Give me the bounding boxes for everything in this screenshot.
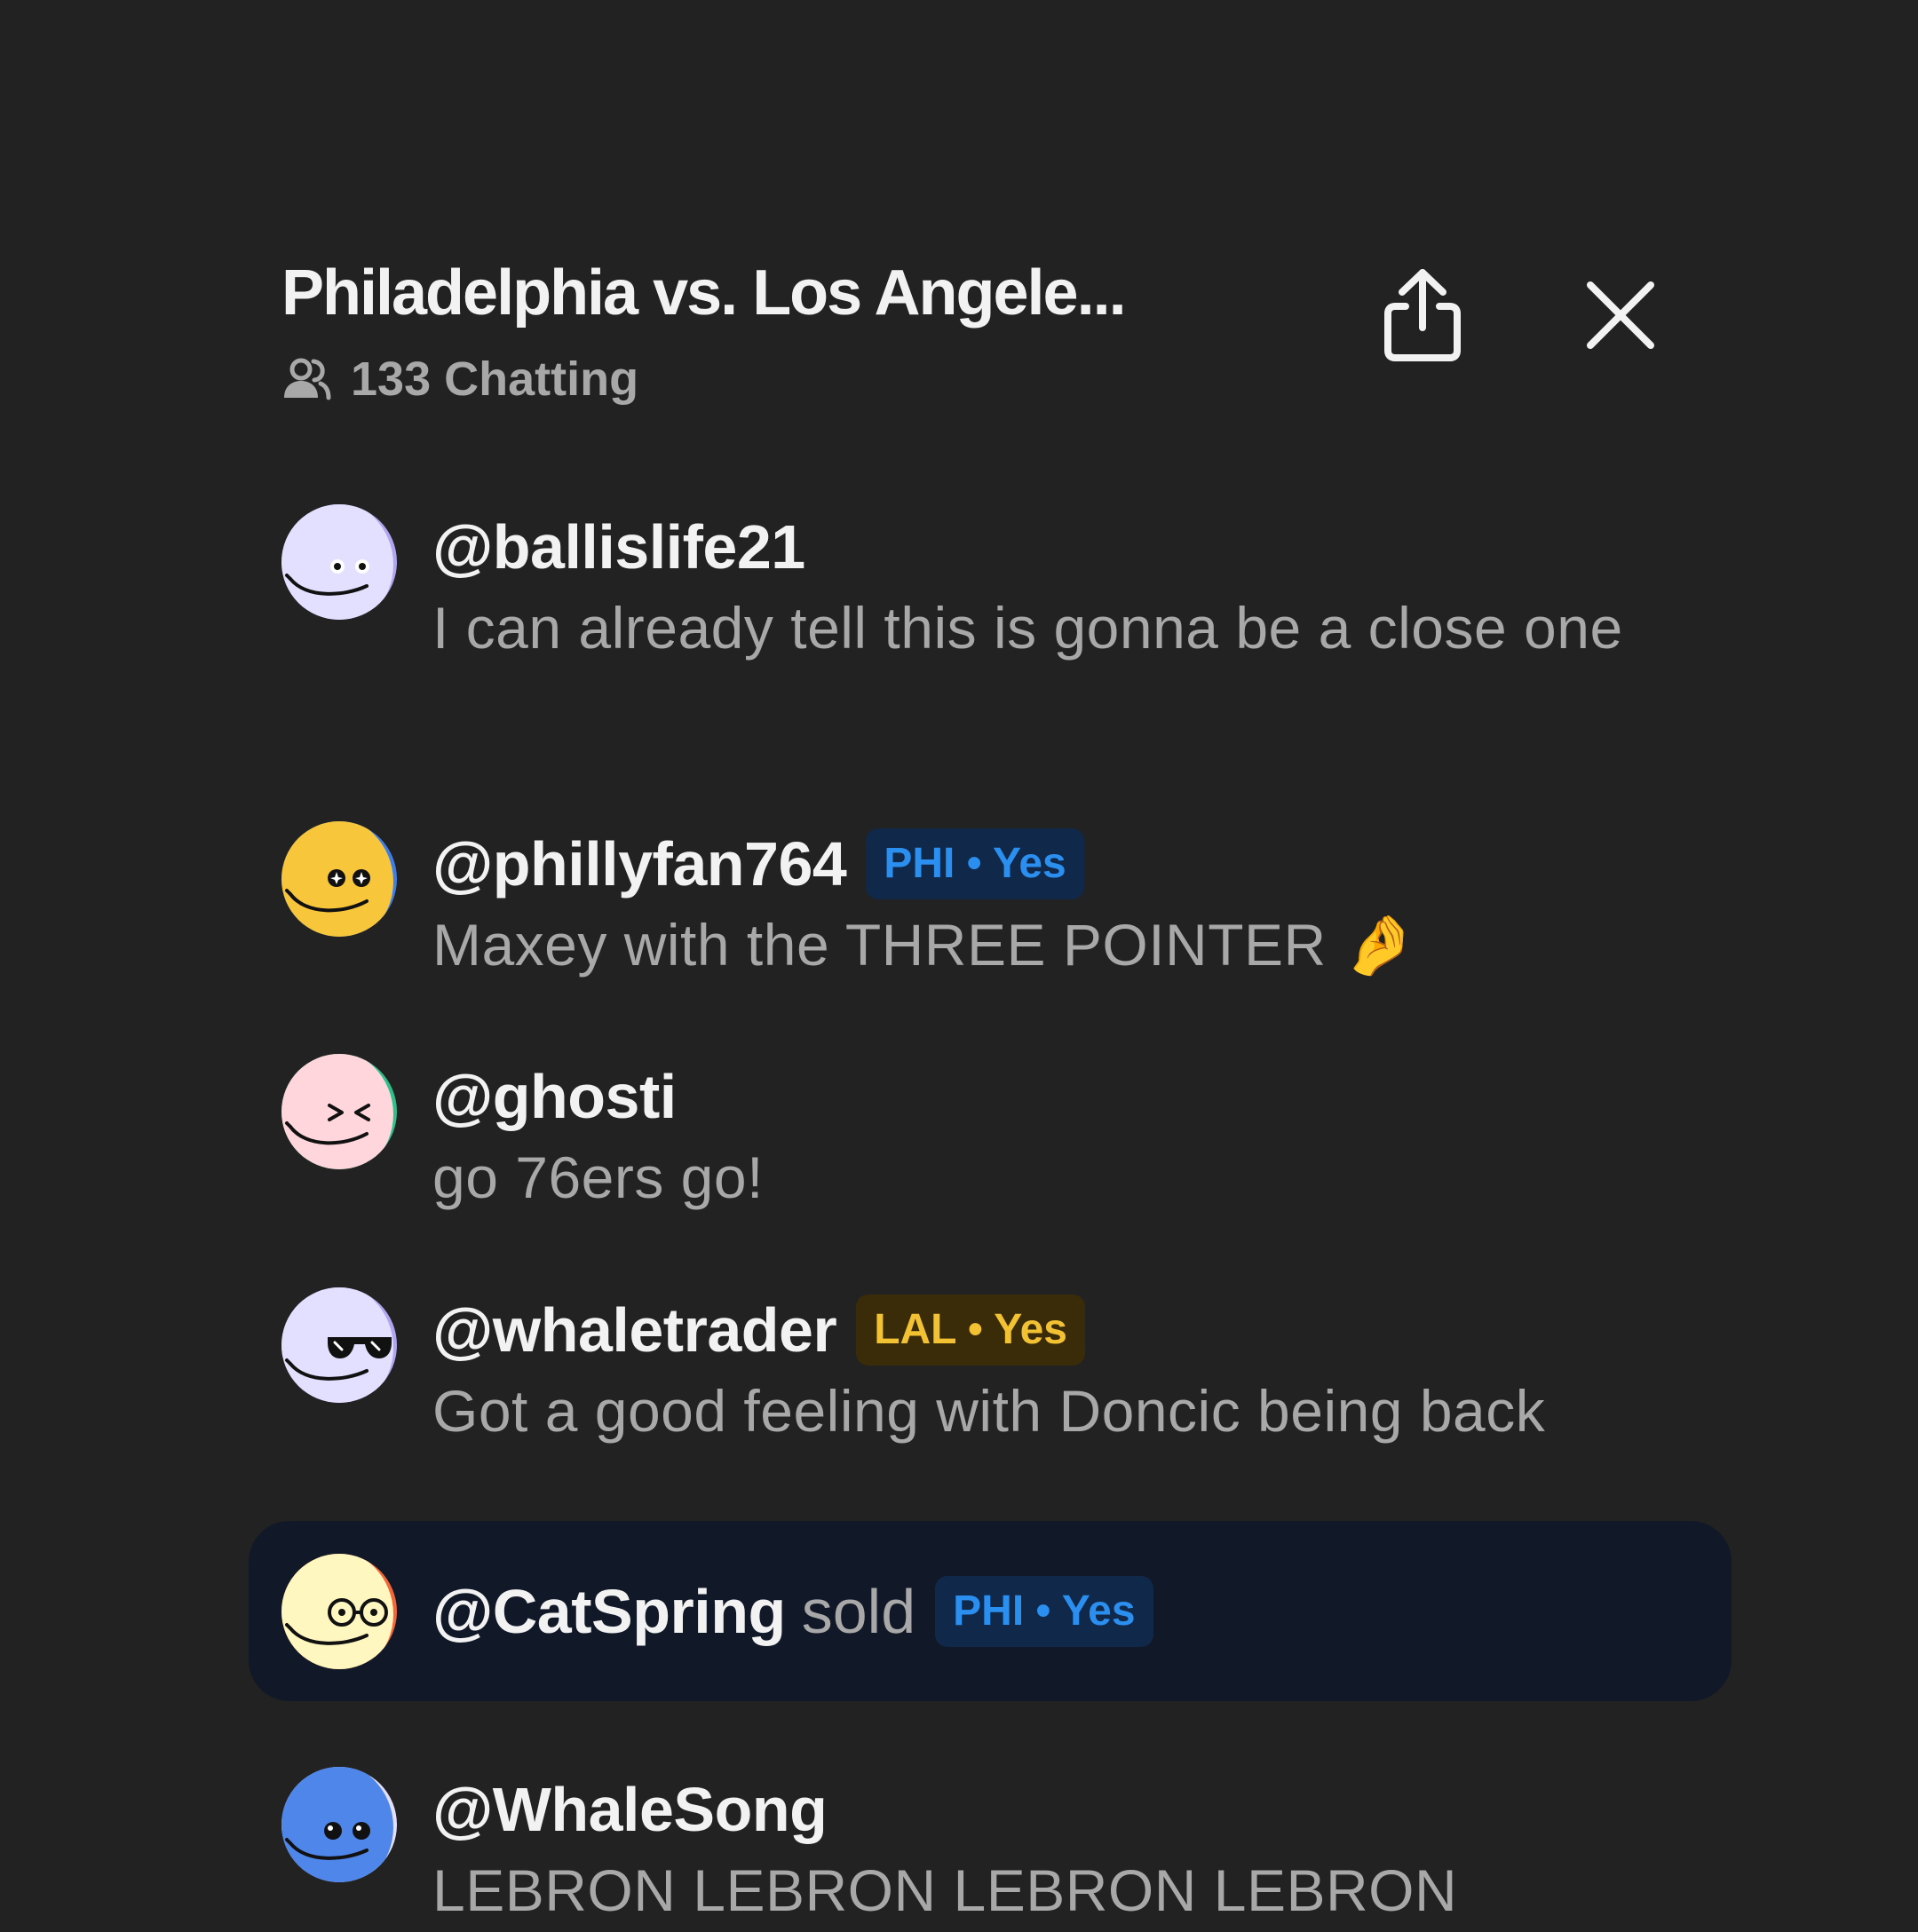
close-button[interactable] [1572,262,1669,368]
username[interactable]: @phillyfan764 [432,828,847,899]
message-text: LEBRON LEBRON LEBRON LEBRON [432,1857,1458,1923]
avatar[interactable] [281,1287,397,1403]
trade-action: sold [801,1577,916,1646]
chat-header: Philadelphia vs. Los Angele... 133 Chatt… [281,253,1658,413]
avatar[interactable] [281,1054,397,1169]
smiley-avatar-icon [281,504,397,620]
chat-title: Philadelphia vs. Los Angele... [281,257,1127,329]
sunglasses-avatar-icon [281,1287,397,1403]
message-text: Got a good feeling with Doncic being bac… [432,1378,1546,1444]
position-badge: PHI • Yes [866,828,1084,899]
username[interactable]: @ballislife21 [432,511,805,582]
squint-avatar-icon [281,1054,397,1169]
position-badge: LAL • Yes [856,1295,1085,1366]
username[interactable]: @WhaleSong [432,1774,828,1845]
chatting-label: 133 Chatting [351,352,639,406]
message-text: Maxey with the THREE POINTER 🤌 [432,912,1417,978]
avatar[interactable] [281,1767,397,1882]
close-icon [1587,281,1654,349]
avatar[interactable] [281,1554,397,1669]
username[interactable]: @ghosti [432,1061,677,1132]
users-icon [284,358,331,400]
chatting-count: 133 Chatting [281,348,638,410]
message-text: go 76ers go! [432,1144,764,1210]
avatar[interactable] [281,504,397,620]
happy-avatar-icon [281,1767,397,1882]
username[interactable]: @CatSpring [432,1576,786,1647]
share-button[interactable] [1374,262,1471,368]
avatar[interactable] [281,821,397,937]
message-text: I can already tell this is gonna be a cl… [432,595,1623,661]
share-icon [1384,269,1461,361]
star-eyes-avatar-icon [281,821,397,937]
glasses-avatar-icon [281,1554,397,1669]
position-badge: PHI • Yes [935,1576,1153,1647]
username[interactable]: @whaletrader [432,1295,837,1366]
